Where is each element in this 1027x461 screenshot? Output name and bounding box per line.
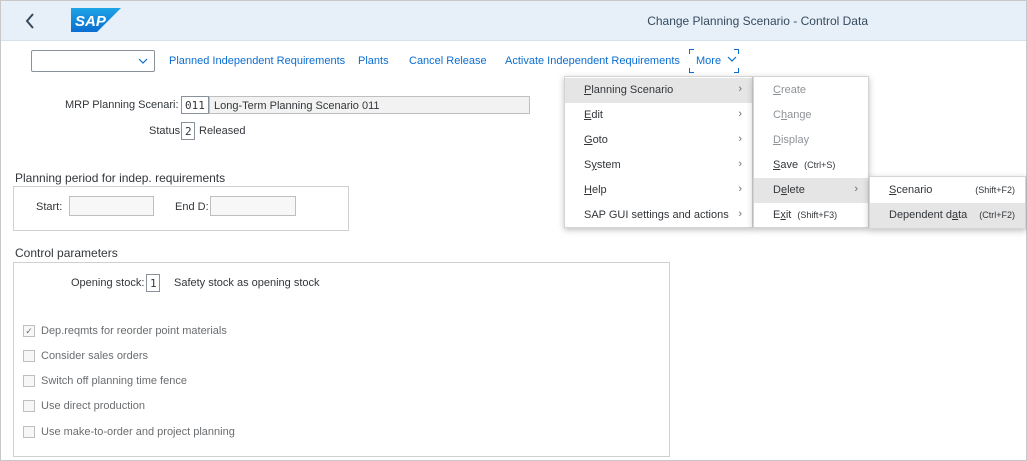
title-bar: SAP Change Planning Scenario - Control D… (1, 1, 1026, 41)
menu-item-sap-gui-settings[interactable]: SAP GUI settings and actions › (565, 203, 752, 228)
start-date-input[interactable] (69, 196, 154, 216)
more-label: More (696, 55, 722, 67)
menu-item-change[interactable]: Change (754, 103, 868, 128)
checkbox-unchecked-icon[interactable] (23, 350, 35, 362)
opening-stock-text: Safety stock as opening stock (174, 277, 320, 289)
scenario-description-field: Long-Term Planning Scenario 011 (209, 96, 530, 114)
menu-item-save[interactable]: Save (Ctrl+S) (754, 153, 868, 178)
menu-item-goto[interactable]: Goto › (565, 128, 752, 153)
menu-item-edit[interactable]: Edit › (565, 103, 752, 128)
chevron-right-icon: › (738, 158, 742, 170)
sap-logo: SAP (71, 8, 121, 32)
plants-button[interactable]: Plants (358, 55, 389, 67)
status-label: Status: (149, 125, 184, 137)
scenario-label: MRP Planning Scenari: (65, 99, 179, 111)
menu-item-delete-dependent-data[interactable]: Dependent data (Ctrl+F2) (870, 203, 1025, 228)
checkbox-unchecked-icon[interactable] (23, 375, 35, 387)
chevron-right-icon: › (738, 133, 742, 145)
command-dropdown[interactable] (31, 50, 155, 72)
chevron-down-icon (727, 56, 737, 62)
menu-item-system[interactable]: System › (565, 153, 752, 178)
chevron-right-icon: › (738, 108, 742, 120)
chevron-right-icon: › (738, 208, 742, 220)
activate-independent-requirements-button[interactable]: Activate Independent Requirements (505, 55, 680, 67)
checkbox-unchecked-icon[interactable] (23, 426, 35, 438)
planned-independent-requirements-button[interactable]: Planned Independent Requirements (169, 55, 345, 67)
window-title: Change Planning Scenario - Control Data (647, 14, 868, 28)
opening-stock-code-field[interactable]: 1 (146, 274, 160, 292)
chevron-right-icon: › (738, 183, 742, 195)
cancel-release-button[interactable]: Cancel Release (409, 55, 487, 67)
menu-item-help[interactable]: Help › (565, 178, 752, 203)
chevron-left-icon (25, 13, 34, 29)
status-text: Released (199, 125, 246, 137)
status-code-field[interactable]: 2 (181, 122, 195, 140)
more-button[interactable]: More (689, 49, 739, 73)
menu-item-create[interactable]: Create (754, 78, 868, 103)
menu-item-planning-scenario[interactable]: Planning Scenario › (565, 78, 752, 103)
planning-period-title: Planning period for indep. requirements (15, 171, 226, 185)
delete-submenu: Scenario (Shift+F2) Dependent data (Ctrl+F… (869, 176, 1026, 229)
menu-item-delete-scenario[interactable]: Scenario (Shift+F2) (870, 178, 1025, 203)
planning-scenario-submenu: Create Change Display Save (Ctrl+S) Delet… (753, 76, 869, 228)
menu-item-delete[interactable]: Delete › (754, 178, 868, 203)
svg-text:SAP: SAP (75, 13, 107, 30)
back-button[interactable] (23, 10, 47, 32)
checkbox-unchecked-icon[interactable] (23, 400, 35, 412)
opening-stock-label: Opening stock: (71, 277, 145, 289)
start-label: Start: (36, 201, 63, 213)
end-date-label: End D: (175, 201, 209, 213)
chevron-right-icon: › (854, 183, 858, 195)
scenario-code-field[interactable]: 011 (181, 96, 209, 114)
menu-item-display[interactable]: Display (754, 128, 868, 153)
toolbar: Planned Independent Requirements Plants … (1, 42, 1026, 80)
end-date-input[interactable] (210, 196, 296, 216)
chevron-right-icon: › (738, 83, 742, 95)
menu-item-exit[interactable]: Exit (Shift+F3) (754, 203, 868, 228)
checkbox-checked-icon[interactable]: ✓ (23, 325, 35, 337)
control-parameters-title: Control parameters (15, 246, 118, 260)
chevron-down-icon (138, 53, 148, 72)
more-menu: Planning Scenario › Edit › Goto › System › H… (564, 76, 753, 228)
